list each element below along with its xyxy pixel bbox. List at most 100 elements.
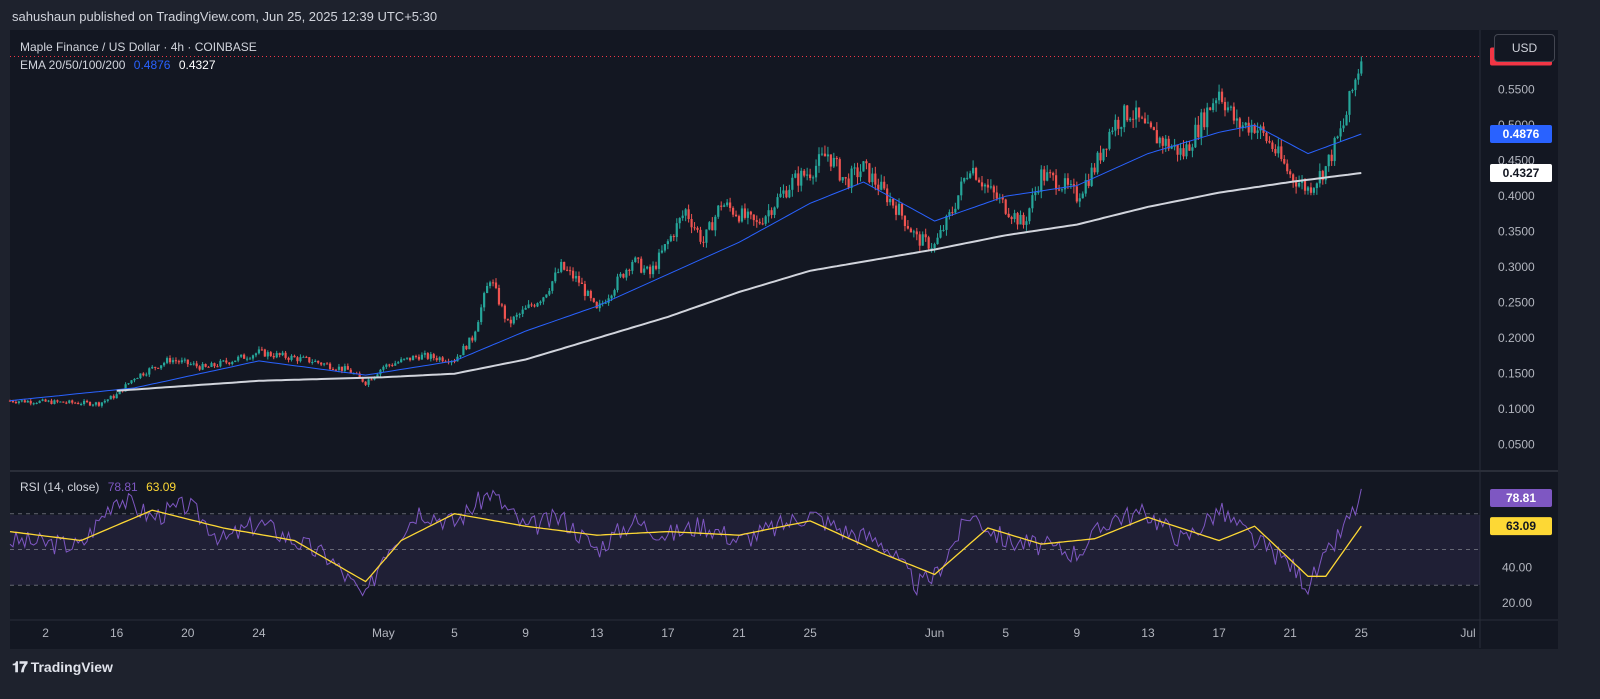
- ema-slow-badge: 0.4327: [1503, 166, 1540, 180]
- candle-body: [127, 383, 130, 385]
- candle-body: [1093, 167, 1096, 173]
- candle-body: [1099, 152, 1102, 161]
- candle-body: [663, 244, 667, 251]
- price-axis-tick: 0.3500: [1498, 225, 1535, 239]
- candle-body: [400, 359, 403, 363]
- candle-body: [788, 189, 791, 198]
- candle-body: [71, 400, 74, 403]
- candle-body: [284, 352, 287, 358]
- candle-body: [186, 359, 189, 365]
- candle-body: [1158, 137, 1161, 144]
- candle-body: [1102, 148, 1105, 161]
- candle-body: [275, 353, 278, 358]
- candle-body: [826, 154, 830, 157]
- candle-body: [245, 358, 249, 360]
- candle-body: [1129, 118, 1132, 121]
- candle-body: [103, 400, 106, 403]
- candle-body: [731, 207, 735, 215]
- candle-body: [1179, 148, 1182, 155]
- candle-body: [554, 272, 557, 282]
- candle-body: [794, 173, 797, 178]
- candle-body: [687, 209, 690, 220]
- candle-body: [257, 349, 261, 354]
- candle-body: [405, 357, 409, 359]
- candle-body: [1274, 148, 1277, 154]
- candle-body: [850, 168, 853, 188]
- candle-body: [420, 354, 424, 360]
- time-axis-tick: 13: [590, 626, 604, 640]
- symbol-legend[interactable]: Maple Finance / US Dollar · 4h · COINBAS…: [20, 40, 257, 54]
- candle-body: [314, 360, 317, 363]
- candle-body: [1336, 136, 1339, 139]
- candle-body: [1105, 148, 1108, 150]
- candle-body: [1120, 127, 1123, 129]
- candle-body: [1046, 172, 1049, 181]
- brand-name: TradingView: [30, 659, 113, 675]
- candle-body: [50, 400, 53, 404]
- candle-body: [115, 394, 118, 399]
- candle-body: [32, 403, 35, 405]
- footer-bar: [0, 652, 1600, 699]
- candle-body: [705, 229, 708, 243]
- ema-slow-line: [116, 172, 1362, 392]
- candle-body: [382, 366, 385, 370]
- ema-label: EMA 20/50/100/200: [20, 58, 126, 72]
- candle-body: [521, 309, 524, 314]
- candle-body: [1297, 182, 1301, 187]
- candle-body: [59, 401, 62, 403]
- candle-body: [574, 275, 578, 279]
- candle-body: [500, 304, 504, 306]
- candle-body: [586, 290, 589, 296]
- candle-body: [438, 357, 441, 361]
- candle-body: [545, 294, 548, 298]
- candle-body: [201, 363, 204, 370]
- candle-body: [1215, 100, 1218, 104]
- candle-body: [889, 198, 892, 203]
- time-axis-tick: 17: [1212, 626, 1226, 640]
- candle-body: [1220, 91, 1224, 102]
- ema-value-fast: 0.4876: [133, 58, 171, 72]
- candle-body: [477, 322, 480, 332]
- candle-body: [684, 209, 687, 216]
- candle-body: [648, 266, 652, 275]
- candle-body: [557, 271, 560, 273]
- candle-body: [711, 222, 714, 231]
- candle-body: [1111, 130, 1114, 132]
- candle-body: [162, 362, 166, 366]
- candle-body: [323, 363, 326, 365]
- ema-legend[interactable]: EMA 20/50/100/200 0.4876 0.4327: [20, 58, 216, 72]
- candle-body: [909, 228, 912, 233]
- time-axis-tick: 25: [803, 626, 817, 640]
- candle-body: [408, 357, 412, 361]
- candle-body: [977, 179, 981, 183]
- candle-body: [883, 181, 886, 189]
- chart-canvas[interactable]: 0.0500 0.1000 0.1500 0.2000 0.2500 0.3000 0.35…: [0, 0, 1600, 699]
- candle-body: [571, 270, 575, 279]
- candle-body: [515, 314, 518, 317]
- candle-body: [1280, 146, 1283, 160]
- candle-body: [441, 357, 444, 362]
- candle-body: [29, 400, 32, 404]
- candle-body: [290, 355, 293, 360]
- candle-body: [737, 216, 741, 222]
- candle-body: [394, 363, 397, 366]
- candle-body: [986, 184, 990, 188]
- candle-body: [1229, 106, 1233, 108]
- candle-body: [1348, 91, 1351, 115]
- price-axis-tick: 0.2000: [1498, 331, 1535, 345]
- candle-body: [331, 368, 335, 370]
- candle-body: [1188, 144, 1191, 151]
- tradingview-logo[interactable]: 𝟏𝟕 TradingView: [12, 658, 113, 676]
- candle-body: [462, 345, 465, 356]
- candle-body: [240, 354, 243, 357]
- candle-body: [871, 173, 874, 183]
- candle-body: [980, 182, 984, 187]
- candle-body: [100, 402, 103, 406]
- rsi-legend[interactable]: RSI (14, close) 78.81 63.09: [20, 480, 176, 494]
- candle-body: [865, 161, 868, 164]
- currency-button[interactable]: USD: [1494, 34, 1555, 62]
- candle-body: [779, 193, 782, 198]
- candle-body: [702, 241, 705, 243]
- candle-body: [637, 257, 640, 259]
- candle-body: [720, 205, 723, 207]
